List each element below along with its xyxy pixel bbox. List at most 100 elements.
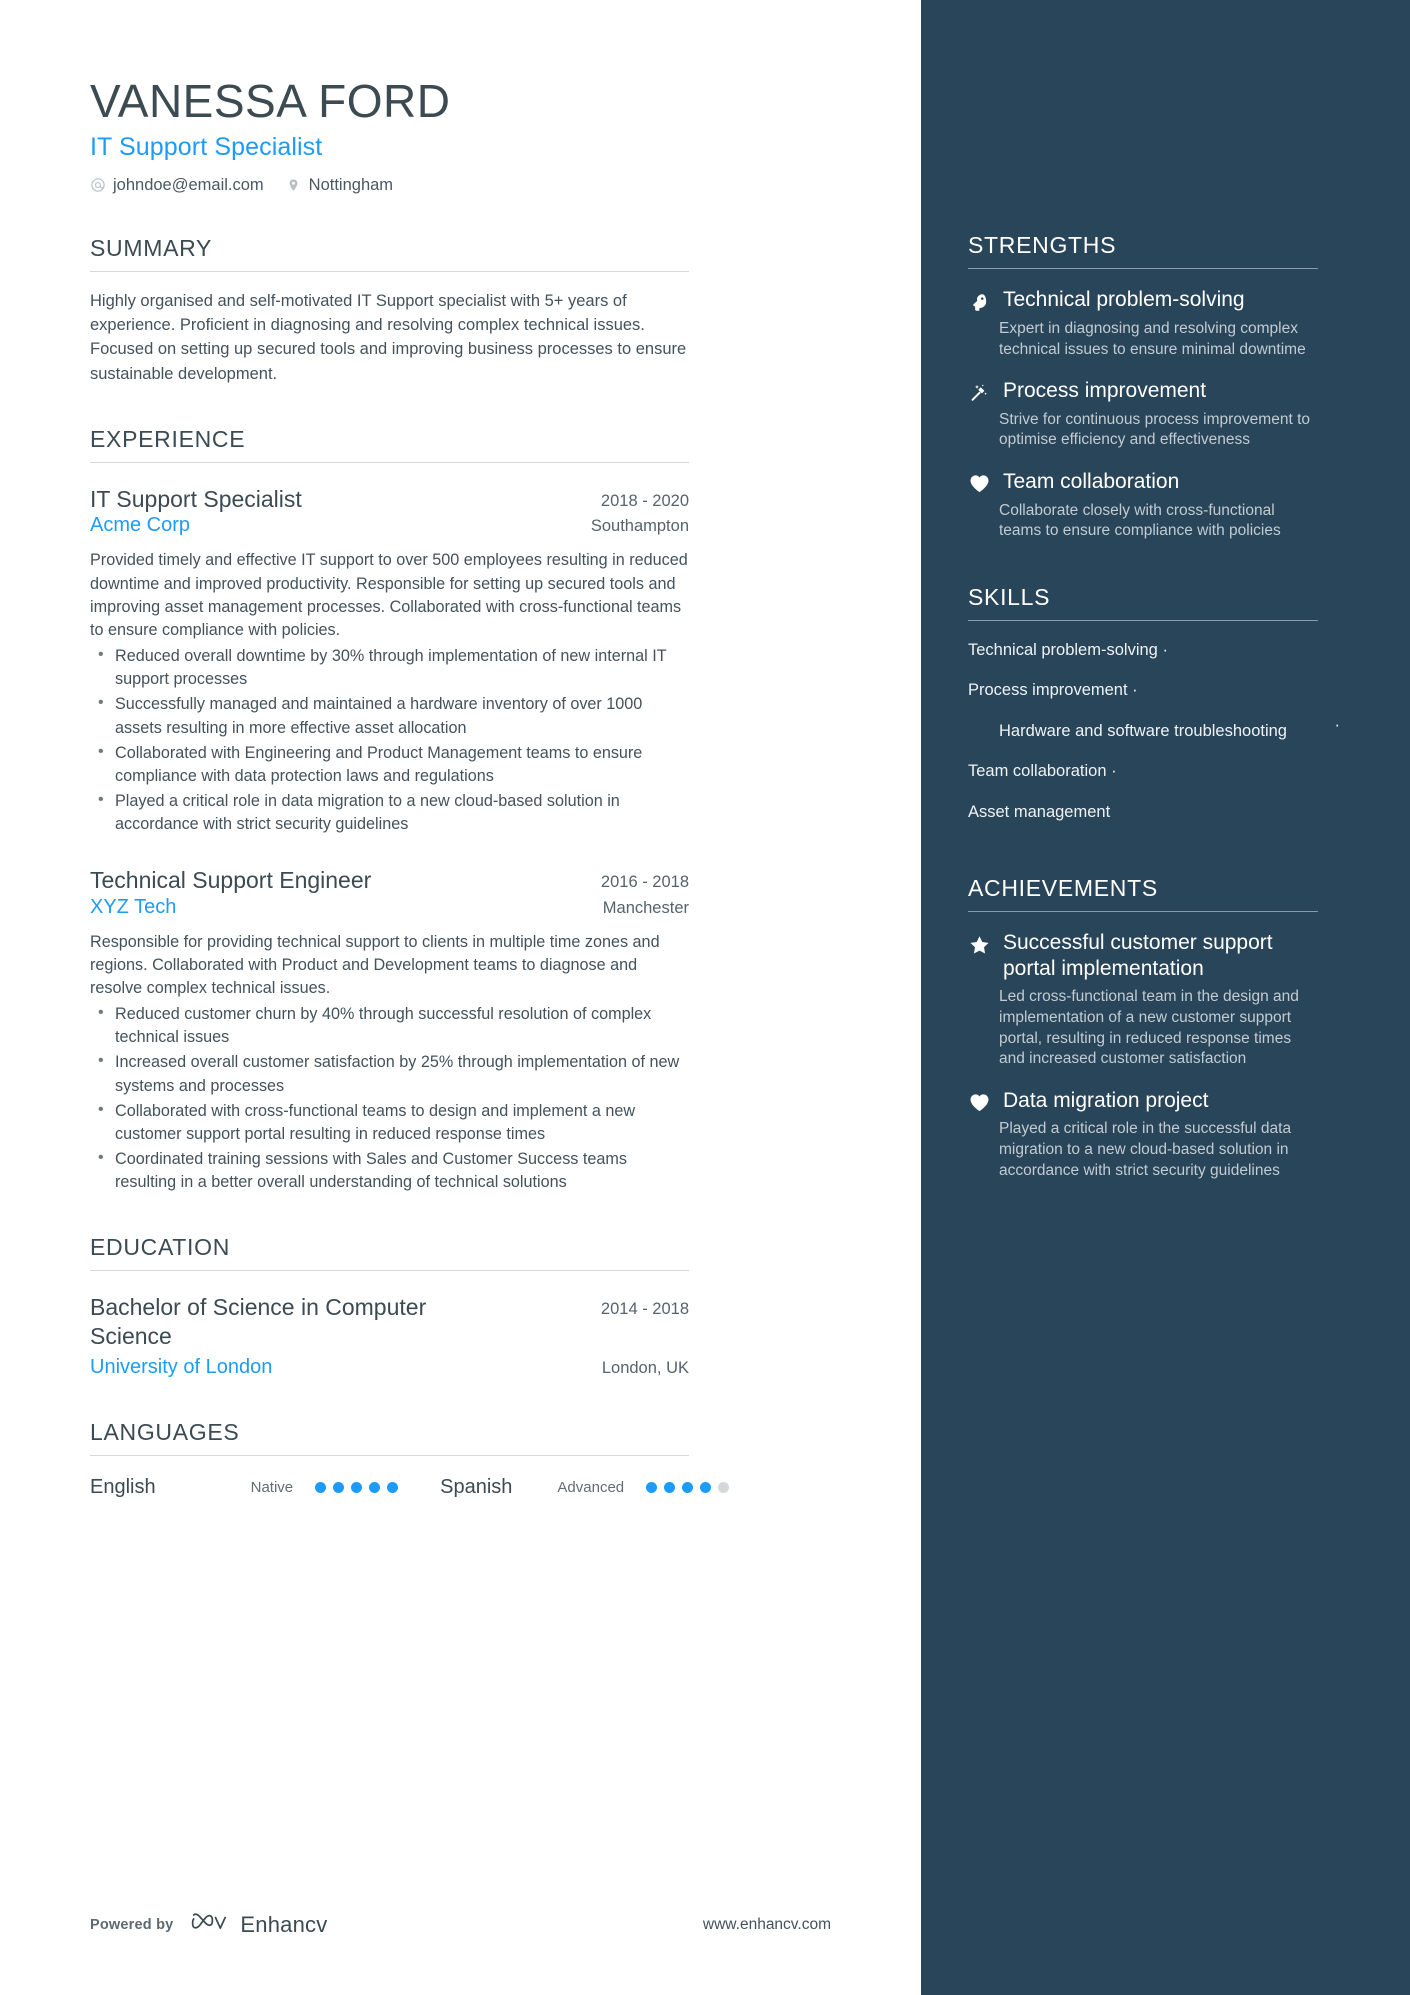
page-title: VANESSA FORD	[90, 75, 451, 127]
strength-name: Team collaboration	[1003, 470, 1180, 494]
education-entry: Bachelor of Science in Computer Science …	[90, 1293, 689, 1379]
language-name: English	[90, 1475, 156, 1498]
contact-location[interactable]: Nottingham	[286, 176, 393, 195]
list-item: Successfully managed and maintained a ha…	[90, 692, 689, 739]
language-item: Spanish Advanced	[440, 1475, 730, 1499]
rating-dot	[315, 1481, 327, 1493]
experience-description: Responsible for providing technical supp…	[90, 932, 660, 997]
achievement-description: Played a critical role in the successful…	[999, 1120, 1292, 1179]
list-item: Collaborated with cross-functional teams…	[90, 1099, 689, 1146]
experience-title: Technical Support Engineer	[90, 867, 372, 894]
enhancv-brand-name: Enhancv	[240, 1912, 328, 1937]
strength-name: Process improvement	[1003, 379, 1207, 403]
section-education: EDUCATION Bachelor of Science in Compute…	[90, 1234, 689, 1379]
skills-divider	[968, 619, 1318, 621]
education-date: 2014 - 2018	[600, 1300, 689, 1319]
skill-label: Asset management	[968, 802, 1111, 821]
strengths-divider	[968, 268, 1318, 269]
powered-by-block: Powered by Enhancv	[90, 1912, 327, 1939]
skill-label: Team collaboration	[968, 762, 1107, 781]
language-name: Spanish	[440, 1475, 513, 1498]
section-languages: LANGUAGES English Native Spanish Advance…	[90, 1418, 730, 1499]
experience-company[interactable]: XYZ Tech	[90, 896, 176, 919]
achievements-divider	[968, 911, 1318, 913]
contact-email[interactable]: johndoe@email.com	[90, 176, 264, 195]
strength-description: Expert in diagnosing and resolving compl…	[999, 320, 1306, 358]
powered-by-label: Powered by	[90, 1917, 174, 1933]
magic-wand-icon	[968, 378, 990, 404]
summary-divider	[90, 270, 689, 272]
strength-item: Process improvement	[968, 378, 1318, 404]
skill-item: Technical problem-solving ·	[968, 640, 1318, 661]
skill-item: Team collaboration ·	[968, 761, 1318, 782]
experience-title: IT Support Specialist	[90, 486, 302, 513]
strength-name: Technical problem-solving	[1003, 288, 1245, 311]
rating-dot	[718, 1481, 730, 1493]
rating-dot	[369, 1481, 381, 1493]
heart-icon	[968, 1088, 990, 1114]
experience-date: 2016 - 2018	[600, 873, 689, 892]
languages-row: English Native Spanish Advanced	[90, 1475, 730, 1499]
list-item: Reduced customer churn by 40% through su…	[90, 1002, 689, 1049]
skills-heading: SKILLS	[968, 583, 1051, 610]
experience-location: Manchester	[602, 898, 689, 917]
strength-description: Strive for continuous process improvemen…	[999, 410, 1310, 449]
language-level: Native	[250, 1478, 294, 1496]
contact-location-text: Nottingham	[308, 175, 394, 194]
education-heading: EDUCATION	[90, 1234, 231, 1261]
education-divider	[90, 1270, 689, 1272]
achievement-item: Successful customer support portal imple…	[968, 930, 1318, 981]
skill-label: Hardware and software troubleshooting	[998, 721, 1287, 740]
skill-separator: ·	[1132, 681, 1138, 700]
rating-dot	[351, 1481, 363, 1493]
sidebar: STRENGTHS Technical problem-solving Expe…	[921, 0, 1410, 1995]
skill-item: Hardware and software troubleshooting ·	[968, 716, 1340, 742]
language-rating-dots	[315, 1481, 399, 1493]
summary-text: Highly organised and self-motivated IT S…	[90, 291, 687, 383]
experience-description: Provided timely and effective IT support…	[90, 551, 688, 639]
list-item: Played a critical role in data migration…	[90, 789, 689, 836]
language-level: Advanced	[557, 1478, 625, 1496]
contact-row: johndoe@email.com Nottingham	[90, 176, 689, 195]
languages-divider	[90, 1454, 689, 1456]
section-skills: SKILLS Technical problem-solving · Proce…	[968, 583, 1340, 823]
education-school[interactable]: University of London	[90, 1356, 272, 1379]
achievement-name: Successful customer support portal imple…	[1003, 931, 1273, 980]
list-item: Collaborated with Engineering and Produc…	[90, 741, 689, 788]
experience-bullets: Reduced customer churn by 40% through su…	[90, 1002, 689, 1194]
skill-separator: ·	[1111, 762, 1117, 781]
skill-separator: ·	[1162, 640, 1168, 659]
skill-label: Process improvement	[968, 681, 1128, 700]
list-item: Increased overall customer satisfaction …	[90, 1050, 689, 1097]
skill-item: Process improvement ·	[968, 680, 1318, 701]
enhancv-brand[interactable]: Enhancv	[191, 1912, 327, 1939]
skill-label: Technical problem-solving	[968, 640, 1158, 659]
rating-dot	[682, 1481, 694, 1493]
achievement-item: Data migration project	[968, 1088, 1318, 1114]
strength-item: Team collaboration	[968, 469, 1318, 495]
experience-bullets: Reduced overall downtime by 30% through …	[90, 644, 689, 836]
at-icon	[90, 177, 106, 193]
summary-heading: SUMMARY	[90, 234, 213, 261]
experience-company[interactable]: Acme Corp	[90, 514, 190, 537]
achievements-heading: ACHIEVEMENTS	[968, 875, 1158, 902]
strengths-heading: STRENGTHS	[968, 232, 1117, 258]
achievement-name: Data migration project	[1003, 1088, 1209, 1112]
contact-email-text: johndoe@email.com	[113, 175, 264, 194]
footer-url[interactable]: www.enhancv.com	[703, 1916, 831, 1934]
rating-dot	[387, 1481, 399, 1493]
rating-dot	[333, 1481, 345, 1493]
main-column: VANESSA FORD IT Support Specialist johnd…	[0, 0, 921, 1995]
header-block: VANESSA FORD IT Support Specialist johnd…	[90, 75, 689, 195]
star-icon	[968, 930, 990, 981]
strength-description: Collaborate closely with cross-functiona…	[999, 501, 1281, 540]
experience-entry: IT Support Specialist 2018 - 2020 Acme C…	[90, 485, 689, 836]
education-location: London, UK	[601, 1358, 689, 1377]
education-degree: Bachelor of Science in Computer Science	[90, 1294, 427, 1349]
languages-heading: LANGUAGES	[90, 1418, 240, 1445]
experience-date: 2018 - 2020	[600, 492, 689, 511]
experience-location: Southampton	[590, 517, 689, 536]
rating-dot	[700, 1481, 712, 1493]
skill-item: Asset management	[968, 802, 1318, 823]
strength-item: Technical problem-solving	[968, 287, 1318, 313]
